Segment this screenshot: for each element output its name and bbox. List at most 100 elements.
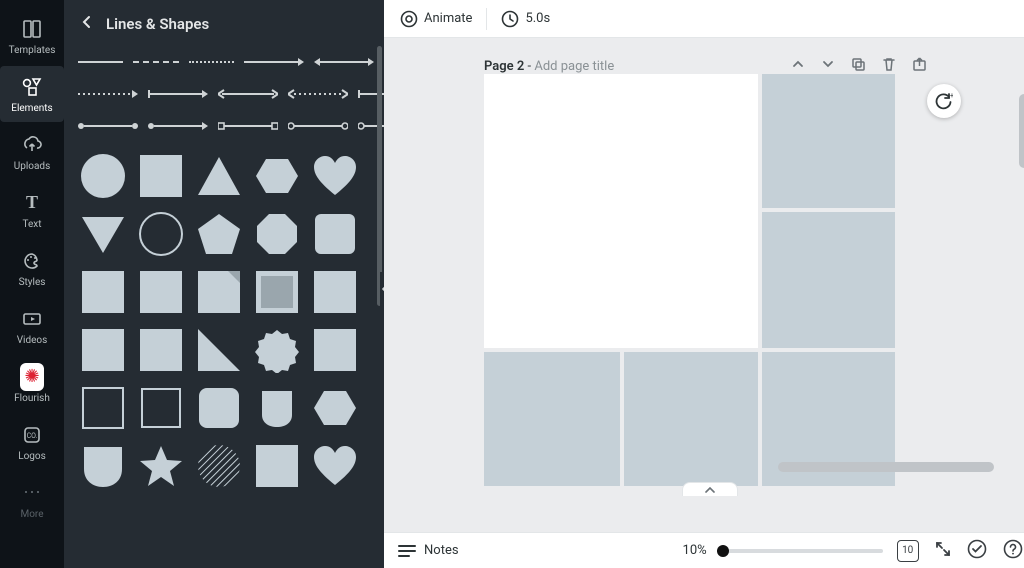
page-title-input[interactable]: Add page title xyxy=(534,59,614,74)
shape-triangle-down[interactable] xyxy=(78,209,128,259)
duplicate-page-button[interactable] xyxy=(851,57,866,76)
regenerate-button[interactable]: + xyxy=(927,84,961,118)
flourish-icon: ✺ xyxy=(20,365,44,389)
panel-scrollbar[interactable] xyxy=(377,46,382,306)
fullscreen-icon xyxy=(935,541,951,557)
line-dot-ends[interactable] xyxy=(78,119,138,133)
rail-elements[interactable]: Elements xyxy=(0,66,64,122)
rail-more[interactable]: ⋯ More xyxy=(0,472,64,528)
shape-square-outline-thick[interactable] xyxy=(136,383,186,433)
back-button[interactable] xyxy=(78,14,96,33)
shape-square-5[interactable] xyxy=(78,325,128,375)
stage[interactable]: Page 2 - Add page title + xyxy=(384,38,1024,532)
shape-triangle-right[interactable] xyxy=(194,325,244,375)
shape-square-outline-thin[interactable] xyxy=(78,383,128,433)
shape-rounded-square-2[interactable] xyxy=(194,383,244,433)
line-dotted-open-arrows[interactable] xyxy=(288,87,348,101)
line-arrow-both[interactable] xyxy=(314,55,374,69)
horizontal-scrollbar[interactable] xyxy=(778,462,994,472)
current-page[interactable] xyxy=(484,74,758,348)
shape-circle-hatched[interactable] xyxy=(194,441,244,491)
rail-templates[interactable]: Templates xyxy=(0,8,64,64)
line-dotted-arrow[interactable] xyxy=(78,87,138,101)
shape-heart-2[interactable] xyxy=(310,441,360,491)
page-up-button[interactable] xyxy=(791,57,805,76)
shape-square-folded[interactable] xyxy=(194,267,244,317)
shape-rounded-square[interactable] xyxy=(310,209,360,259)
line-ring-ends[interactable] xyxy=(288,119,348,133)
shape-heart[interactable] xyxy=(310,151,360,201)
shape-star[interactable] xyxy=(136,441,186,491)
fullscreen-button[interactable] xyxy=(935,541,951,561)
rail-label: Videos xyxy=(17,335,48,346)
grid-count: 10 xyxy=(902,545,913,556)
elements-panel: Lines & Shapes xyxy=(64,0,384,568)
shape-pentagon[interactable] xyxy=(194,209,244,259)
check-circle-icon xyxy=(967,539,987,559)
shape-square-inset[interactable] xyxy=(252,267,302,317)
notes-button[interactable]: Notes xyxy=(398,543,459,558)
rail-label: Uploads xyxy=(14,161,50,172)
shape-shield[interactable] xyxy=(78,441,128,491)
shape-square-4[interactable] xyxy=(310,267,360,317)
page-down-button[interactable] xyxy=(821,57,835,76)
line-bar-solid[interactable] xyxy=(148,87,208,101)
page-thumb[interactable] xyxy=(624,352,758,486)
duration-label: 5.0s xyxy=(525,11,550,26)
rail-uploads[interactable]: Uploads xyxy=(0,124,64,180)
zoom-slider[interactable] xyxy=(717,549,883,553)
line-arrow-right[interactable] xyxy=(244,55,304,69)
zoom-thumb[interactable] xyxy=(717,545,729,557)
duration-button[interactable]: 5.0s xyxy=(501,10,550,28)
shape-triangle[interactable] xyxy=(194,151,244,201)
vertical-scrollbar[interactable] xyxy=(1019,94,1024,168)
shape-circle-outline[interactable] xyxy=(136,209,186,259)
rail-logos[interactable]: CO. Logos xyxy=(0,414,64,470)
page-thumb[interactable] xyxy=(762,212,895,348)
zoom-value[interactable]: 10% xyxy=(683,543,707,558)
elements-icon xyxy=(20,75,44,99)
line-solid[interactable] xyxy=(78,55,123,69)
check-button[interactable] xyxy=(967,539,987,563)
shape-hexagon-2[interactable] xyxy=(310,383,360,433)
bottombar: Notes 10% 10 xyxy=(384,532,1024,568)
svg-text:+: + xyxy=(950,92,953,100)
export-page-button[interactable] xyxy=(912,57,927,76)
shape-square[interactable] xyxy=(136,151,186,201)
line-open-arrows[interactable] xyxy=(218,87,278,101)
uploads-icon xyxy=(20,133,44,157)
rail-flourish[interactable]: ✺ Flourish xyxy=(0,356,64,412)
rail-videos[interactable]: Videos xyxy=(0,298,64,354)
animate-button[interactable]: Animate xyxy=(400,10,472,28)
grid-view-button[interactable]: 10 xyxy=(897,540,919,562)
line-square-ends[interactable] xyxy=(218,119,278,133)
shape-octagon[interactable] xyxy=(252,209,302,259)
shape-square-7[interactable] xyxy=(310,325,360,375)
page-sep: - xyxy=(524,59,534,74)
rail-label: Styles xyxy=(19,277,46,288)
rail-styles[interactable]: Styles xyxy=(0,240,64,296)
shape-circle[interactable] xyxy=(78,151,128,201)
shape-square-8[interactable] xyxy=(252,441,302,491)
zoom-control: 10% xyxy=(683,543,883,558)
clock-icon xyxy=(501,10,519,28)
rail-text[interactable]: T Text xyxy=(0,182,64,238)
topbar: Animate 5.0s xyxy=(384,0,1024,38)
help-button[interactable] xyxy=(1003,539,1023,563)
expand-timeline-button[interactable] xyxy=(682,482,738,496)
notes-icon xyxy=(398,544,416,558)
shape-square-3[interactable] xyxy=(136,267,186,317)
rail-label: Elements xyxy=(11,103,52,114)
shapes-grid xyxy=(78,145,374,491)
line-dotted[interactable] xyxy=(189,55,234,69)
page-thumb[interactable] xyxy=(484,352,620,486)
shape-blob[interactable] xyxy=(252,383,302,433)
delete-page-button[interactable] xyxy=(882,57,896,76)
shape-square-2[interactable] xyxy=(78,267,128,317)
line-dashed[interactable] xyxy=(133,55,178,69)
line-dot-arrow[interactable] xyxy=(148,119,208,133)
shape-square-6[interactable] xyxy=(136,325,186,375)
shape-seal[interactable] xyxy=(252,325,302,375)
page-thumb[interactable] xyxy=(762,74,895,208)
shape-hexagon[interactable] xyxy=(252,151,302,201)
